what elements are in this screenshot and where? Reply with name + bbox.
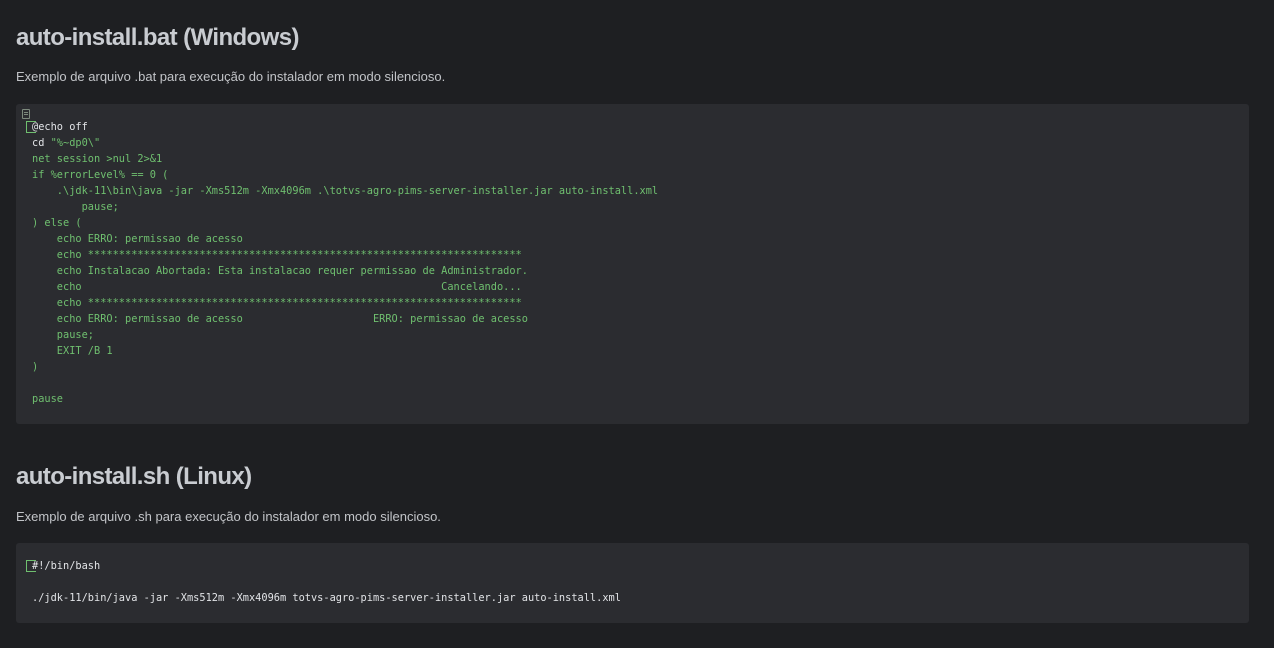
code-line: ) else ( <box>32 217 82 229</box>
code-line: pause; <box>32 329 94 341</box>
cursor-marker-icon <box>26 560 36 572</box>
code-content-windows: @echo off cd "%~dp0\" net session >nul 2>&… <box>32 119 658 407</box>
code-line: ) <box>32 361 39 373</box>
code-line: echo Instalacao Abortada: Esta instalaca… <box>32 265 528 277</box>
code-line: .\jdk-11\bin\java -jar -Xms512m -Xmx4096… <box>32 185 659 197</box>
copy-icon[interactable] <box>22 109 30 119</box>
code-content-linux: #!/bin/bash ./jdk-11/bin/java -jar -Xms51… <box>32 558 621 606</box>
code-line: net session >nul 2>&1 <box>32 153 163 165</box>
code-line: EXIT /B 1 <box>32 345 113 357</box>
section-description-windows: Exemplo de arquivo .bat para execução do… <box>16 69 446 84</box>
code-line: cd "%~dp0\" <box>32 135 658 151</box>
code-line: #!/bin/bash <box>32 560 101 572</box>
code-block-linux[interactable]: #!/bin/bash ./jdk-11/bin/java -jar -Xms51… <box>16 543 1249 623</box>
cursor-marker-icon <box>26 121 36 133</box>
section-title-linux: auto-install.sh (Linux) <box>16 463 252 490</box>
code-line: echo ERRO: permissao de acesso ERRO: per… <box>32 313 528 325</box>
code-line: if %errorLevel% == 0 ( <box>32 169 169 181</box>
section-title-windows: auto-install.bat (Windows) <box>16 24 299 51</box>
code-line: pause <box>32 393 63 405</box>
code-string: "%~dp0\" <box>50 137 101 149</box>
code-line: echo ***********************************… <box>32 297 522 309</box>
code-token: cd <box>32 137 51 149</box>
code-line: ./jdk-11/bin/java -jar -Xms512m -Xmx4096… <box>32 592 621 604</box>
code-line: echo ERRO: permissao de acesso <box>32 233 243 245</box>
code-line: echo ***********************************… <box>32 249 522 261</box>
code-block-windows[interactable]: @echo off cd "%~dp0\" net session >nul 2>&… <box>16 104 1249 424</box>
code-line: pause; <box>32 201 119 213</box>
section-description-linux: Exemplo de arquivo .sh para execução do … <box>16 509 441 524</box>
code-line: @echo off <box>32 121 88 133</box>
code-line: echo Cancelando... <box>32 281 522 293</box>
